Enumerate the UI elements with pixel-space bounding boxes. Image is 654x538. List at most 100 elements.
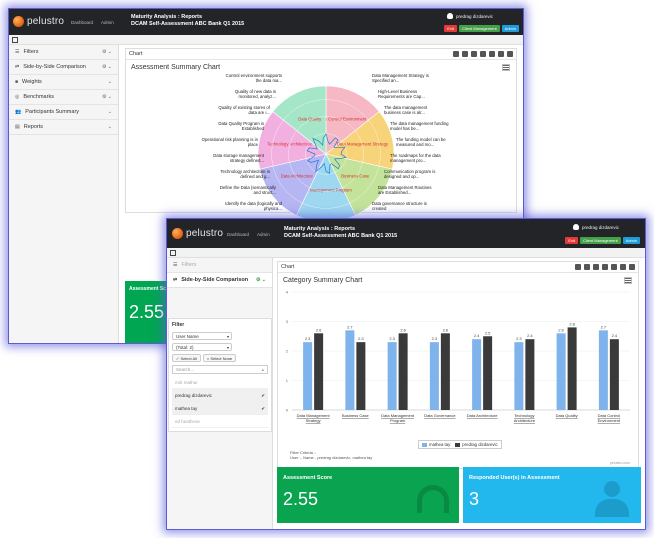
line-chart-icon[interactable] — [480, 51, 486, 57]
filter-criteria-value: User :- Name - predrag dizdarevic, mathe… — [290, 455, 373, 461]
filter-count-select[interactable]: (Total: 2) — [172, 343, 232, 351]
legend-entry[interactable]: mathea tay — [429, 442, 450, 447]
bar-chart-icon[interactable] — [593, 264, 599, 270]
filter-option[interactable]: mrit mathur — [172, 376, 268, 389]
y-tick-label: 3 — [286, 319, 289, 324]
client-management-button[interactable]: Client Management — [458, 25, 500, 32]
chevron-down-icon[interactable]: ⌄ — [108, 124, 112, 130]
sidebar-toggle-icon[interactable] — [170, 250, 176, 256]
sidebar-item-participants[interactable]: 👥 Participants Summary ⌄ — [9, 105, 118, 120]
bar — [567, 327, 577, 410]
exit-button[interactable]: Exit — [444, 25, 457, 32]
watermark: pelustro.com — [609, 461, 630, 465]
bar — [314, 333, 324, 410]
filter-option[interactable]: mathea tay ✔ — [172, 402, 268, 415]
bar-value-label: 2.3 — [432, 336, 438, 341]
sidebar-item-side-by-side[interactable]: ⇄ Side-by-Side Comparison ⚙ ⌄ — [167, 273, 272, 288]
client-management-button[interactable]: Client Management — [579, 237, 621, 244]
filter-icon: ☰ — [173, 262, 178, 268]
user-menu[interactable]: predrag dizdarevic — [572, 224, 619, 230]
radar-axis-label: Technology architecture is defined and g… — [220, 169, 270, 179]
radar-axis-label: Operational risk planning is in place — [201, 137, 258, 147]
table-icon[interactable] — [611, 264, 617, 270]
title-line-1: Maturity Analysis : Reports — [284, 226, 356, 232]
title-line-2: DCAM Self-Assessment ABC Bank Q1 2015 — [284, 232, 398, 239]
select-none-button[interactable]: × Select None — [202, 354, 237, 362]
chart-toolbar — [572, 264, 635, 270]
logo-icon — [13, 16, 24, 27]
legend-swatch — [455, 442, 461, 447]
sidebar-item-label: Side-by-Side Comparison — [23, 64, 86, 70]
filter-option[interactable]: predrag dizdarevic ✔ — [172, 389, 268, 402]
chevron-down-icon[interactable]: ⌄ — [108, 79, 112, 85]
radar-axis-label: High-Level Business Requirements are Cap… — [378, 89, 425, 99]
responded-users-tile: Responded User(s) in Assessment 3 — [463, 467, 641, 523]
bar — [387, 342, 397, 410]
export-icon[interactable] — [620, 264, 626, 270]
participants-icon: 👥 — [15, 109, 22, 115]
nav-dashboard[interactable]: Dashboard — [71, 20, 93, 25]
filter-option[interactable]: ed heathrow — [172, 415, 268, 428]
hamburger-menu-icon[interactable] — [624, 277, 632, 284]
title-line-2: DCAM Self-Assessment ABC Bank Q1 2015 — [131, 20, 245, 27]
user-name: predrag dizdarevic — [455, 13, 493, 19]
legend-entry[interactable]: predrag dizdarevic — [462, 442, 497, 447]
logo-text: pelustro — [27, 16, 65, 27]
sidebar-toggle-icon[interactable] — [12, 37, 18, 43]
sidebar: ☰ Filters ⚙ ⌄ ⇄ Side-by-Side Comparison … — [9, 45, 119, 343]
bar — [472, 339, 482, 410]
sidebar-item-filters[interactable]: ☰ Filters ⚙ ⌄ — [9, 45, 118, 60]
header-buttons: Exit Client Management Admin — [442, 25, 519, 32]
settings-chevron-icon[interactable]: ⚙ ⌄ — [102, 49, 112, 55]
pie-chart-icon[interactable] — [462, 51, 468, 57]
pie-chart-icon[interactable] — [584, 264, 590, 270]
filter-type-select[interactable]: User Name — [172, 332, 232, 340]
check-icon: ✔ — [261, 393, 265, 398]
x-category-label: Program — [390, 418, 406, 423]
nav-admin[interactable]: Admin — [257, 232, 270, 237]
admin-button[interactable]: Admin — [622, 237, 640, 244]
radar-chart-icon[interactable] — [453, 51, 459, 57]
table-icon[interactable] — [489, 51, 495, 57]
app-logo[interactable]: pelustro — [13, 16, 64, 27]
sidebar: ☰ Filters ⇄ Side-by-Side Comparison ⚙ ⌄ … — [167, 258, 273, 529]
sidebar-item-filters[interactable]: ☰ Filters — [167, 258, 272, 273]
hamburger-menu-icon[interactable] — [502, 64, 510, 71]
x-category-label: Data Governance — [424, 413, 456, 418]
admin-button[interactable]: Admin — [501, 25, 519, 32]
export-icon[interactable] — [498, 51, 504, 57]
radar-axis-label: Define the Data (semantically and struct… — [219, 185, 276, 195]
bar-chart-icon[interactable] — [471, 51, 477, 57]
sidebar-item-reports[interactable]: ▤ Reports ⌄ — [9, 120, 118, 135]
header-buttons: Exit Client Management Admin — [563, 237, 640, 244]
sidebar-item-label: Side-by-Side Comparison — [181, 277, 249, 283]
sidebar-item-label: Filters — [23, 49, 39, 55]
nav-dashboard[interactable]: Dashboard — [227, 232, 249, 237]
chevron-down-icon[interactable]: ⌄ — [108, 109, 112, 115]
panel-header: Chart — [126, 49, 516, 60]
sidebar-item-benchmarks[interactable]: ◎ Benchmarks ⚙ ⌄ — [9, 90, 118, 105]
title-line-1: Maturity Analysis : Reports — [131, 14, 203, 20]
y-tick-label: 1 — [286, 378, 289, 383]
filter-search-input[interactable]: Search... — [172, 365, 268, 374]
settings-icon[interactable]: ⚙ ⌄ — [256, 277, 266, 283]
user-silhouette-icon — [595, 481, 629, 519]
user-menu[interactable]: predrag dizdarevic — [446, 13, 493, 19]
fullscreen-icon[interactable] — [507, 51, 513, 57]
fullscreen-icon[interactable] — [629, 264, 635, 270]
exit-button[interactable]: Exit — [565, 237, 578, 244]
panel-label: Chart — [129, 51, 143, 57]
app-logo[interactable]: pelustro — [172, 228, 223, 239]
radar-chart-icon[interactable] — [575, 264, 581, 270]
sidebar-item-side-by-side[interactable]: ⇄ Side-by-Side Comparison ⚙ ⌄ — [9, 60, 118, 75]
select-all-button[interactable]: ✓ Select All — [172, 354, 201, 362]
settings-chevron-icon[interactable]: ⚙ ⌄ — [102, 94, 112, 100]
settings-chevron-icon[interactable]: ⚙ ⌄ — [102, 64, 112, 70]
compare-icon: ⇄ — [15, 64, 20, 70]
line-chart-icon[interactable] — [602, 264, 608, 270]
nav-admin[interactable]: Admin — [101, 20, 114, 25]
bar-chart-svg: 012342.32.6Data ManagementStrategy2.72.3… — [286, 290, 630, 423]
bar-value-label: 2.3 — [358, 336, 364, 341]
user-name: predrag dizdarevic — [581, 224, 619, 230]
sidebar-item-weights[interactable]: ■ Weights ⌄ — [9, 75, 118, 90]
